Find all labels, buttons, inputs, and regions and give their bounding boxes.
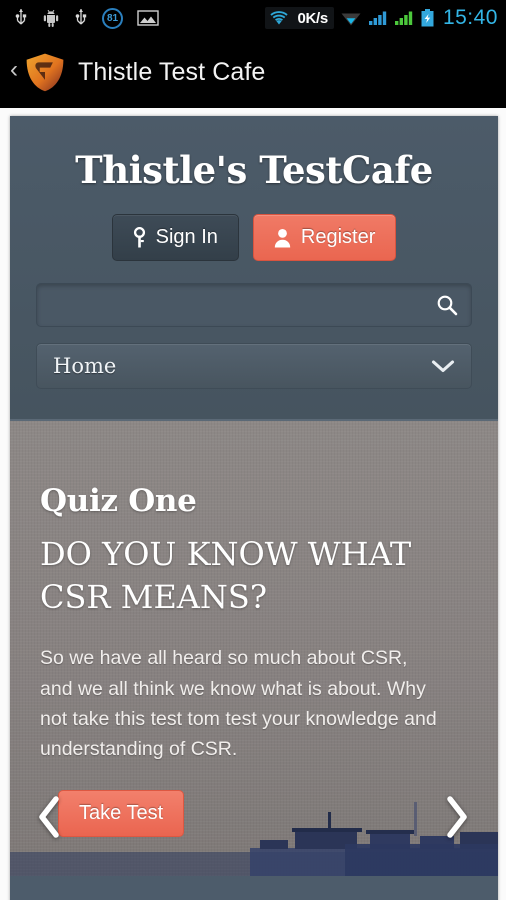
auth-button-row: Sign In Register [36, 214, 472, 261]
site-card: Thistle's TestCafe Sign In Register Home… [10, 116, 498, 900]
quiz-title: DO YOU KNOW WHAT CSR MEANS? [40, 535, 412, 617]
site-title: Thistle's TestCafe [75, 148, 433, 192]
nav-select-value: Home [53, 354, 117, 378]
notification-count-label: 81 [106, 12, 119, 24]
status-bar-clock: 15:40 [442, 6, 498, 29]
wifi-signal-icon [270, 11, 289, 25]
network-speed-group: 0K/s [265, 7, 334, 29]
android-debug-icon [43, 9, 59, 27]
hero-carousel: Quiz One DO YOU KNOW WHAT CSR MEANS? So … [10, 421, 498, 876]
app-title: Thistle Test Cafe [78, 57, 266, 86]
sign-in-button[interactable]: Sign In [111, 214, 239, 261]
status-bar-right-icons: 0K/s 15:40 [265, 6, 506, 30]
back-chevron-icon[interactable]: ‹ [6, 58, 22, 86]
thistle-shield-logo [26, 53, 64, 92]
app-title-bar: ‹ Thistle Test Cafe [0, 36, 506, 108]
carousel-next-arrow-icon[interactable] [444, 795, 470, 839]
take-test-label: Take Test [79, 802, 164, 825]
battery-charging-icon [421, 9, 434, 27]
nav-select[interactable]: Home [36, 343, 472, 389]
cell-signal-icon-1 [368, 11, 387, 25]
status-bar-left-icons: 81 [0, 7, 265, 29]
search-input[interactable] [36, 283, 472, 327]
user-icon [274, 228, 291, 247]
quiz-kicker: Quiz One [40, 483, 197, 519]
sign-in-label: Sign In [155, 226, 218, 248]
register-label: Register [300, 226, 376, 248]
page-body: Thistle's TestCafe Sign In Register Home… [0, 108, 506, 900]
site-header: Thistle's TestCafe Sign In Register Home [10, 116, 498, 421]
key-icon [133, 226, 145, 247]
carousel-prev-arrow-icon[interactable] [36, 795, 62, 839]
register-button[interactable]: Register [252, 214, 397, 261]
phone-screen: 81 0K/s 15:40 ‹ Thistle Test Cafe Thistl… [0, 0, 506, 900]
wifi-triangle-icon [341, 13, 361, 26]
usb-icon [15, 9, 27, 25]
usb-icon-2 [75, 9, 87, 25]
nav-select-box[interactable]: Home [36, 343, 472, 389]
cell-signal-icon-2 [394, 11, 413, 25]
chevron-down-icon[interactable] [431, 359, 455, 374]
search-bar [36, 283, 472, 327]
quiz-description: So we have all heard so much about CSR, … [40, 647, 437, 761]
notification-count-badge: 81 [102, 7, 123, 29]
network-speed-label: 0K/s [297, 9, 328, 27]
gallery-image-icon [137, 10, 159, 26]
android-status-bar: 81 0K/s 15:40 [0, 0, 506, 36]
take-test-button[interactable]: Take Test [58, 790, 185, 838]
